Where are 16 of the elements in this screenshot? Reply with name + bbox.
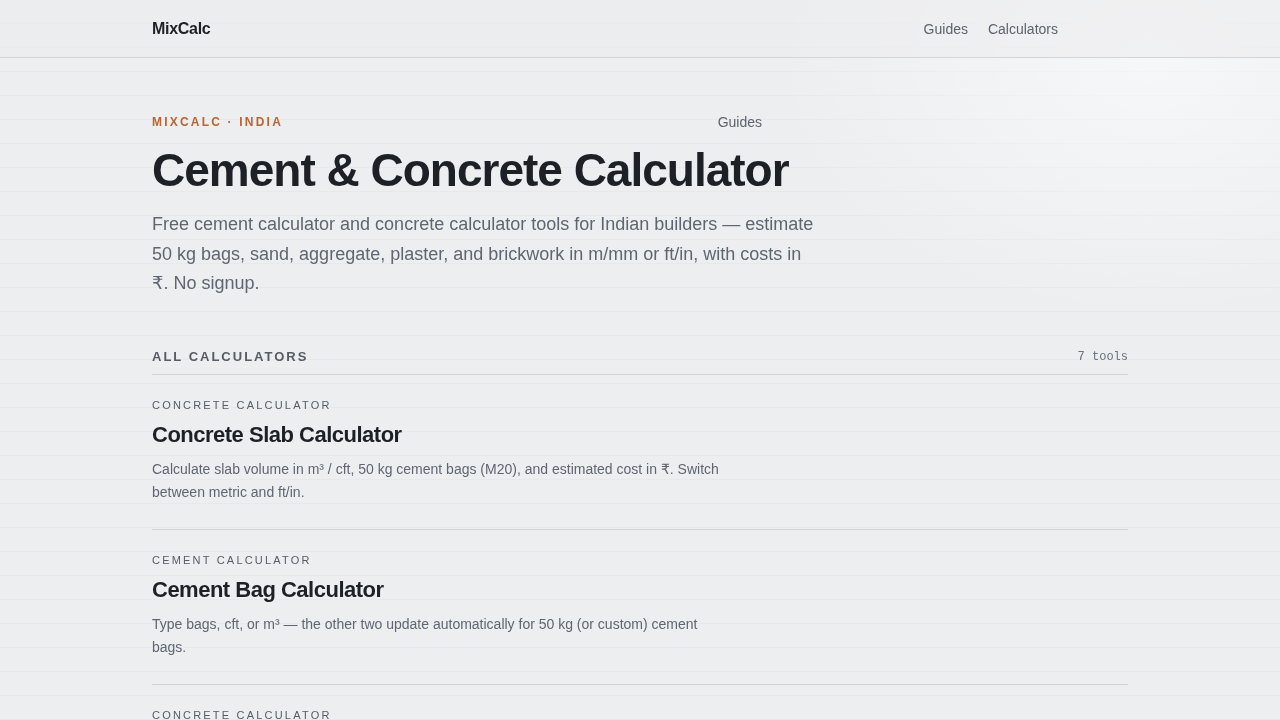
eyebrow-label: MIXCALC · INDIA: [152, 115, 283, 129]
nav-link[interactable]: Calculators: [987, 20, 1058, 37]
category-label: CONCRETE CALCULATOR: [152, 398, 333, 412]
category-label: CEMENT CALCULATOR: [152, 553, 313, 567]
tool-count: 7 tools: [1077, 349, 1128, 364]
calculator-title[interactable]: Concrete Slab Calculator: [152, 421, 402, 448]
intro-text: Free cement calculator and concrete calculator tools for Indian builders — estimate 50 kg bags, sand, aggregate, plaster, and brickwork in m/mm or ft/in, with costs in ₹. No signup.: [152, 213, 815, 295]
calculator-title[interactable]: Cement Bag Calculator: [152, 576, 384, 603]
category-label: CONCRETE CALCULATOR: [152, 708, 333, 720]
page-title: Cement & Concrete Calculator: [152, 143, 790, 198]
section-heading: ALL CALCULATORS: [152, 348, 309, 364]
guides-link[interactable]: Guides: [717, 114, 762, 130]
nav-link[interactable]: Guides: [923, 20, 968, 37]
site-logo[interactable]: MixCalc: [152, 19, 211, 38]
calculator-description: Type bags, cft, or m³ — the other two update automatically for 50 kg (or custom) cement bags.: [152, 614, 699, 657]
calculator-description: Calculate slab volume in m³ / cft, 50 kg cement bags (M20), and estimated cost in ₹. Switch between metric and ft/in.: [152, 459, 720, 502]
